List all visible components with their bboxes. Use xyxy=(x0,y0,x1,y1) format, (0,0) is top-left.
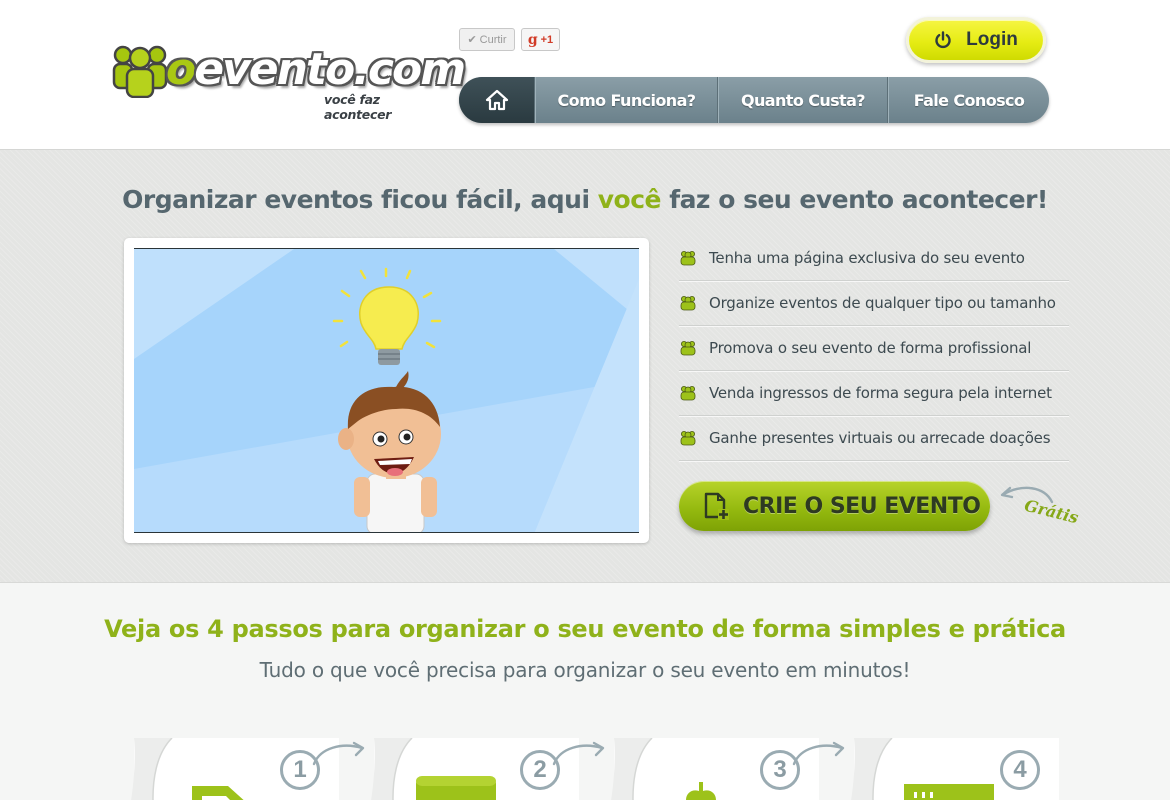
document-icon xyxy=(192,786,244,800)
step-card-1[interactable]: 1 xyxy=(131,738,365,800)
home-icon xyxy=(485,89,508,111)
login-label: Login xyxy=(966,29,1018,50)
logo-people-icon xyxy=(112,45,168,98)
logo-wordmark: oevento.com xyxy=(166,44,466,95)
logo-tagline: você faz acontecer xyxy=(324,92,392,122)
list-item: Venda ingressos de forma segura pela int… xyxy=(679,371,1069,416)
like-button[interactable]: ✔ Curtir xyxy=(459,28,515,51)
step-card-3[interactable]: 3 xyxy=(611,738,845,800)
hero-title: Organizar eventos ficou fácil, aqui você… xyxy=(122,185,1048,214)
logo[interactable]: oevento.com você faz acontecer xyxy=(112,40,466,122)
nav-home[interactable] xyxy=(459,77,535,123)
steps-title: Veja os 4 passos para organizar o seu ev… xyxy=(104,615,1066,643)
create-event-label: CRIE O SEU EVENTO xyxy=(743,493,981,519)
people-bullet-icon xyxy=(680,386,696,401)
apple-icon xyxy=(686,782,716,800)
page-curl-icon xyxy=(611,738,653,800)
list-item: Tenha uma página exclusiva do seu evento xyxy=(679,236,1069,281)
people-bullet-icon xyxy=(680,296,696,311)
people-bullet-icon xyxy=(680,431,696,446)
page-curl-icon xyxy=(851,738,893,800)
nav-fale-conosco[interactable]: Fale Conosco xyxy=(888,77,1049,123)
google-plus-button[interactable]: g +1 xyxy=(521,28,560,51)
google-plus-icon: g xyxy=(527,31,538,48)
steps-subtitle: Tudo o que você precisa para organizar o… xyxy=(259,658,911,682)
video-card xyxy=(124,238,649,543)
list-item: Ganhe presentes virtuais ou arrecade doa… xyxy=(679,416,1069,461)
feature-text: Venda ingressos de forma segura pela int… xyxy=(709,384,1052,402)
curved-arrow-right-icon xyxy=(312,741,365,766)
google-plus-label: +1 xyxy=(540,33,554,46)
people-bullet-icon xyxy=(680,341,696,356)
power-icon xyxy=(935,31,951,49)
step-card-2[interactable]: 2 xyxy=(371,738,605,800)
nav-como-funciona[interactable]: Como Funciona? xyxy=(535,77,718,123)
list-item: Promova o seu evento de forma profission… xyxy=(679,326,1069,371)
video-illustration xyxy=(134,249,639,532)
main-nav: Como Funciona? Quanto Custa? Fale Conosc… xyxy=(459,77,1049,123)
steps-section: Veja os 4 passos para organizar o seu ev… xyxy=(0,583,1170,800)
ticket-icon xyxy=(904,784,994,800)
feature-text: Organize eventos de qualquer tipo ou tam… xyxy=(709,294,1056,312)
feature-text: Ganhe presentes virtuais ou arrecade doa… xyxy=(709,429,1051,447)
browser-window-icon xyxy=(416,776,496,800)
hero-section: Organizar eventos ficou fácil, aqui você… xyxy=(0,149,1170,583)
nav-quanto-custa[interactable]: Quanto Custa? xyxy=(718,77,888,123)
curved-arrow-right-icon xyxy=(792,741,845,766)
intro-video[interactable] xyxy=(134,248,639,533)
check-icon: ✔ xyxy=(467,34,477,46)
curved-arrow-right-icon xyxy=(552,741,605,766)
login-button[interactable]: Login xyxy=(906,17,1046,63)
step-card-4[interactable]: 4 xyxy=(851,738,1059,800)
feature-list: Tenha uma página exclusiva do seu evento… xyxy=(679,236,1069,461)
feature-text: Tenha uma página exclusiva do seu evento xyxy=(709,249,1025,267)
people-bullet-icon xyxy=(680,251,696,266)
site-header: oevento.com você faz acontecer ✔ Curtir … xyxy=(0,0,1170,149)
feature-text: Promova o seu evento de forma profission… xyxy=(709,339,1032,357)
page-curl-icon xyxy=(371,738,413,800)
list-item: Organize eventos de qualquer tipo ou tam… xyxy=(679,281,1069,326)
step-number: 4 xyxy=(1000,750,1040,790)
page-curl-icon xyxy=(131,738,173,800)
like-label: Curtir xyxy=(479,33,507,46)
create-event-button[interactable]: CRIE O SEU EVENTO xyxy=(679,481,990,531)
new-document-icon xyxy=(704,492,729,520)
